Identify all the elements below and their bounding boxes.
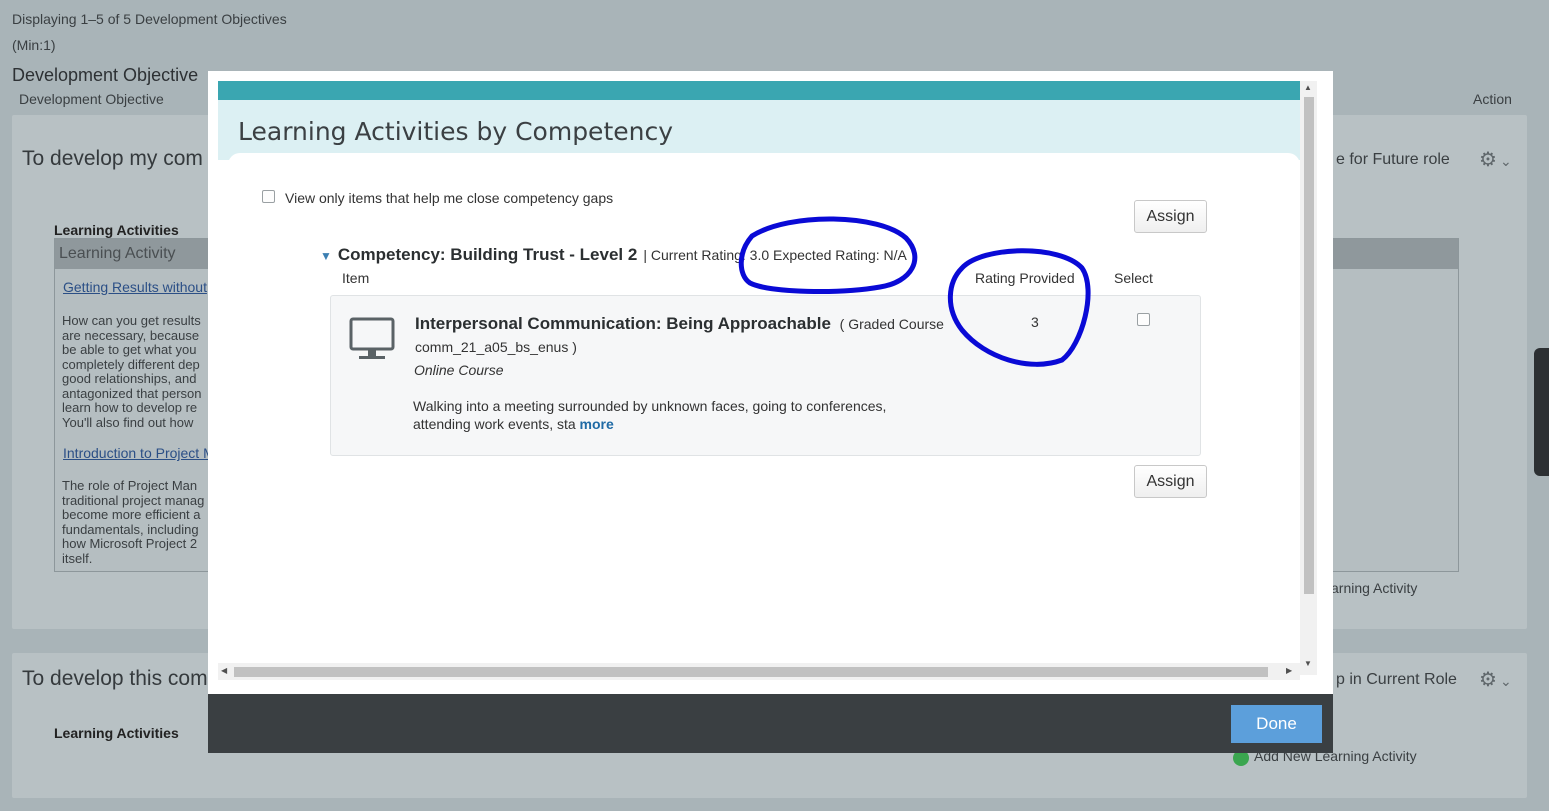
objective-1-heading: To develop my com <box>22 147 203 170</box>
modal-scroll-area: Learning Activities by Competency View o… <box>218 81 1300 684</box>
column-select: Select <box>1114 270 1153 286</box>
collapse-triangle-icon[interactable]: ▼ <box>320 249 332 263</box>
item-description: Walking into a meeting surrounded by unk… <box>413 397 913 433</box>
item-title-text[interactable]: Interpersonal Communication: Being Appro… <box>415 314 831 333</box>
display-count: Displaying 1–5 of 5 Development Objectiv… <box>12 11 287 27</box>
column-item: Item <box>342 270 370 286</box>
objective-2-role-label: p in Current Role <box>1336 671 1457 688</box>
item-type: ( Graded Course <box>839 316 944 332</box>
assign-button-top[interactable]: Assign <box>1134 200 1207 233</box>
activity-link-1[interactable]: Getting Results without <box>63 279 207 295</box>
select-checkbox[interactable] <box>1137 313 1150 326</box>
vertical-scroll-thumb[interactable] <box>1304 97 1314 594</box>
column-objective: Development Objective <box>19 91 164 107</box>
horizontal-scrollbar[interactable]: ◀ ▶ <box>218 663 1300 680</box>
learning-activities-label: Learning Activities <box>54 222 179 238</box>
item-title[interactable]: Interpersonal Communication: Being Appro… <box>415 314 944 334</box>
activity-link-2[interactable]: Introduction to Project M <box>63 445 215 461</box>
item-description-text: Walking into a meeting surrounded by unk… <box>413 398 887 432</box>
monitor-icon <box>349 317 395 359</box>
modal-footer: Done <box>208 694 1333 753</box>
objective-1-role-label: e for Future role <box>1336 151 1450 168</box>
done-button[interactable]: Done <box>1231 705 1322 743</box>
competency-header[interactable]: ▼ Competency: Building Trust - Level 2 |… <box>320 245 907 265</box>
scroll-right-arrow-icon[interactable]: ▶ <box>1286 666 1292 675</box>
rating-provided-value: 3 <box>1031 314 1039 330</box>
column-action: Action <box>1473 91 1512 107</box>
competency-rating-info: | Current Rating: 3.0 Expected Rating: N… <box>643 247 907 263</box>
min-note: (Min:1) <box>12 37 56 53</box>
item-format: Online Course <box>414 362 504 378</box>
gap-filter[interactable]: View only items that help me close compe… <box>262 189 614 206</box>
item-code: comm_21_a05_bs_enus ) <box>415 339 577 355</box>
learning-activities-label-2: Learning Activities <box>54 725 179 741</box>
activity-description-1: How can you get results are necessary, b… <box>62 313 202 430</box>
add-activity-link-1[interactable]: arning Activity <box>1331 580 1417 596</box>
learning-item-row: Interpersonal Communication: Being Appro… <box>330 295 1201 456</box>
activity-description-2: The role of Project Man traditional proj… <box>62 478 205 566</box>
column-rating-provided: Rating Provided <box>975 270 1075 286</box>
gap-filter-checkbox[interactable] <box>262 189 275 203</box>
horizontal-scroll-thumb[interactable] <box>234 667 1268 677</box>
gap-filter-label: View only items that help me close compe… <box>285 190 614 206</box>
learning-activities-modal: Learning Activities by Competency View o… <box>208 71 1333 753</box>
feedback-side-tab[interactable] <box>1534 348 1549 476</box>
gear-icon[interactable]: ⚙ ⌄ <box>1479 667 1512 692</box>
competency-title: Competency: Building Trust - Level 2 <box>337 245 638 264</box>
scroll-up-arrow-icon[interactable]: ▲ <box>1304 83 1312 92</box>
modal-accent-bar <box>218 81 1300 100</box>
section-title: Development Objective <box>12 65 199 85</box>
vertical-scrollbar[interactable]: ▲ ▼ <box>1300 81 1317 675</box>
modal-title: Learning Activities by Competency <box>238 117 674 146</box>
scroll-down-arrow-icon[interactable]: ▼ <box>1304 659 1312 668</box>
assign-button-bottom[interactable]: Assign <box>1134 465 1207 498</box>
more-link[interactable]: more <box>580 416 614 432</box>
gear-icon[interactable]: ⚙ ⌄ <box>1479 147 1512 172</box>
objective-2-heading: To develop this com <box>22 667 208 690</box>
scroll-left-arrow-icon[interactable]: ◀ <box>221 666 227 675</box>
